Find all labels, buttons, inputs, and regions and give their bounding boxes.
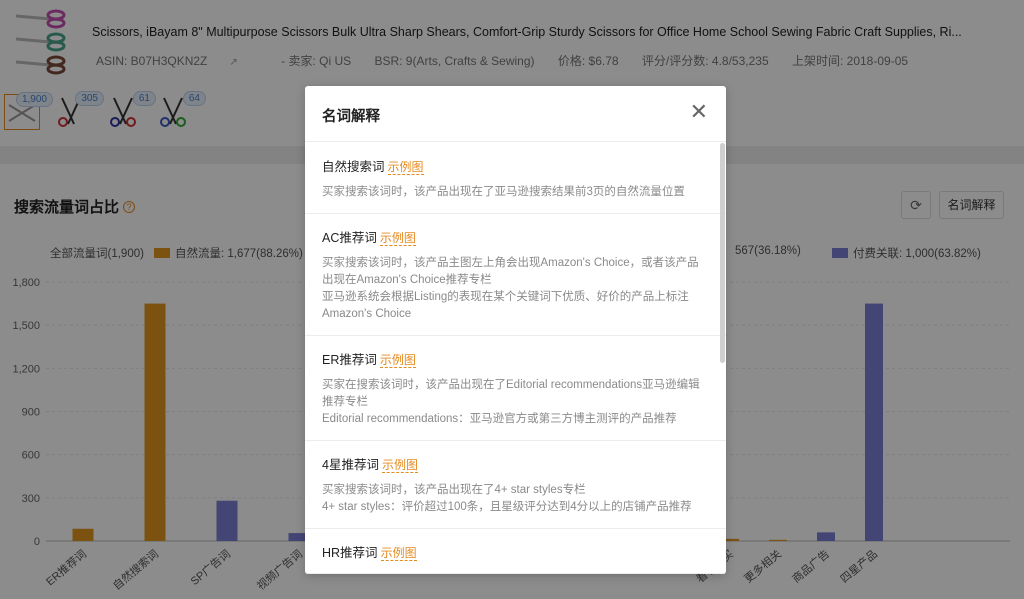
term-description: 买家在搜索该词时，该产品出现在了Editorial recommendation… <box>322 377 710 428</box>
modal-body[interactable]: 自然搜索词 示例图 买家搜索该词时，该产品出现在了亚马逊搜索结果前3页的自然流量位置… <box>305 143 726 574</box>
term-name: AC推荐词 示例图 <box>322 227 710 246</box>
term-description-line: 买家搜索该词时，该产品出现在了亚马逊搜索结果前3页的自然流量位置 <box>322 186 685 198</box>
glossary-term: HR推荐词 示例图 <box>305 529 726 574</box>
example-image-link[interactable]: 示例图 <box>379 231 416 246</box>
term-description-line: 买家搜索该词时，该产品出现在了4+ star styles专栏 <box>322 484 586 496</box>
term-name: 自然搜索词 示例图 <box>322 156 710 175</box>
term-name: 4星推荐词 示例图 <box>322 454 710 473</box>
example-image-link[interactable]: 示例图 <box>379 353 416 368</box>
term-description: 买家搜索该词时，该产品出现在了4+ star styles专栏 4+ star s… <box>322 482 710 516</box>
term-title: 4星推荐词 <box>322 458 379 472</box>
scrollbar[interactable] <box>720 143 725 363</box>
glossary-term: 4星推荐词 示例图买家搜索该词时，该产品出现在了4+ star styles专栏 4… <box>305 441 726 529</box>
term-description-line: Editorial recommendations：亚马逊官方或第三方博主测评的… <box>322 413 677 425</box>
glossary-term: ER推荐词 示例图买家在搜索该词时，该产品出现在了Editorial recomm… <box>305 336 726 441</box>
term-title: AC推荐词 <box>322 231 377 245</box>
term-name: HR推荐词 示例图 <box>322 542 710 561</box>
term-title: 自然搜索词 <box>322 160 385 174</box>
term-name: ER推荐词 示例图 <box>322 349 710 368</box>
term-title: HR推荐词 <box>322 546 378 560</box>
term-description: 买家搜索该词时，该产品出现在了亚马逊搜索结果前3页的自然流量位置 <box>322 184 710 201</box>
term-description-line: 买家搜索该词时，该产品主图左上角会出现Amazon's Choice，或者该产品… <box>322 257 699 286</box>
glossary-term: 自然搜索词 示例图买家搜索该词时，该产品出现在了亚马逊搜索结果前3页的自然流量位置 <box>305 143 726 214</box>
example-image-link[interactable]: 示例图 <box>380 546 417 561</box>
modal-header: 名词解释 ✕ <box>305 86 726 142</box>
term-description-line: 买家在搜索该词时，该产品出现在了Editorial recommendation… <box>322 379 700 408</box>
term-description-line: 亚马逊系统会根据Listing的表现在某个关键词下优质、好价的产品上标注Amaz… <box>322 291 689 320</box>
term-title: ER推荐词 <box>322 353 377 367</box>
term-description: 买家搜索该词时，该产品主图左上角会出现Amazon's Choice，或者该产品… <box>322 255 710 323</box>
close-icon[interactable]: ✕ <box>690 100 708 124</box>
glossary-modal: 名词解释 ✕ 自然搜索词 示例图 买家搜索该词时，该产品出现在了亚马逊搜索结果前3页… <box>305 86 726 574</box>
modal-title: 名词解释 <box>322 109 380 125</box>
example-image-link[interactable]: 示例图 <box>387 160 424 175</box>
glossary-term: AC推荐词 示例图买家搜索该词时，该产品主图左上角会出现Amazon's Choi… <box>305 214 726 336</box>
example-image-link[interactable]: 示例图 <box>381 458 418 473</box>
term-description-line: 4+ star styles：评价超过100条，且星级评分达到4分以上的店铺产品… <box>322 501 692 513</box>
